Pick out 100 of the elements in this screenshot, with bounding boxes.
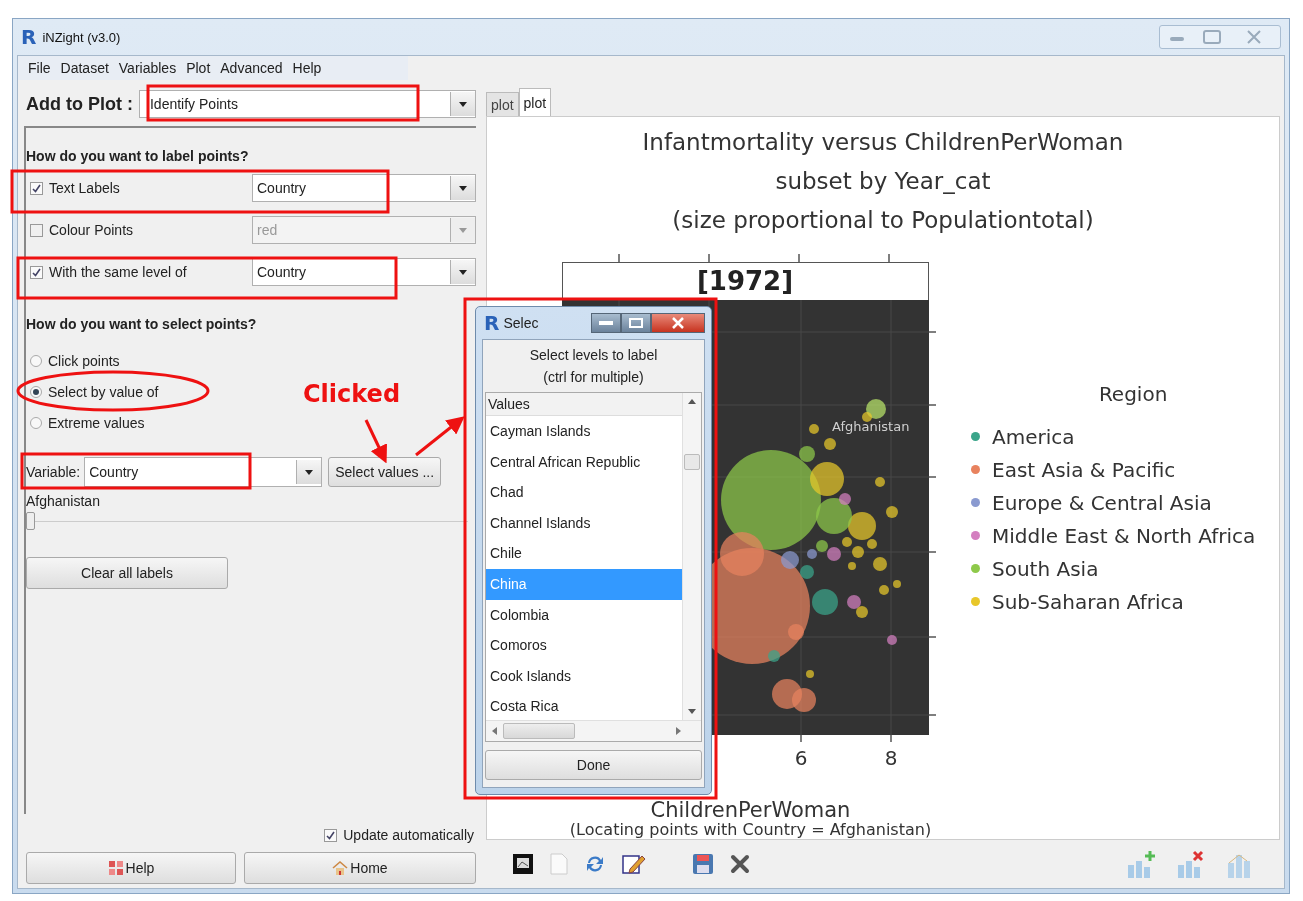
image-icon[interactable] <box>512 853 534 875</box>
list-item[interactable]: Comoros <box>486 630 682 661</box>
list-item[interactable]: Cayman Islands <box>486 416 682 447</box>
menu-item[interactable]: Advanced <box>216 60 289 76</box>
radio-button[interactable] <box>30 386 42 398</box>
caret-icon <box>459 227 467 233</box>
save-icon[interactable] <box>692 853 714 875</box>
dropdown-button[interactable] <box>450 176 475 200</box>
scroll-down-icon[interactable] <box>688 709 696 714</box>
bubble <box>824 438 836 450</box>
bubble <box>792 688 816 712</box>
close-icon[interactable] <box>730 854 750 874</box>
list-item[interactable]: Colombia <box>486 599 682 631</box>
dialog-instruction: Select levels to label <box>528 346 659 365</box>
done-button[interactable]: Done <box>485 750 702 780</box>
maximize-button[interactable] <box>621 313 651 333</box>
checkbox-label: With the same level of <box>49 264 187 280</box>
select-values-button[interactable]: Select values ... <box>328 457 442 487</box>
grid-icon <box>107 860 124 876</box>
menu-item[interactable]: Help <box>288 60 328 76</box>
scroll-right-icon[interactable] <box>676 727 681 735</box>
dropdown-button[interactable] <box>450 260 475 284</box>
radio-button[interactable] <box>30 417 42 429</box>
list-item[interactable]: Channel Islands <box>486 507 682 539</box>
section-heading: How do you want to select points? <box>26 316 258 332</box>
slider-handle[interactable] <box>26 512 35 530</box>
menu-item[interactable]: Variables <box>114 60 183 76</box>
legend-label: East Asia & Pacific <box>992 457 1176 482</box>
radio-button[interactable] <box>30 355 42 367</box>
radio-label: Extreme values <box>48 415 145 431</box>
dropdown[interactable]: Identify Points <box>139 90 476 118</box>
checkbox[interactable] <box>324 828 338 842</box>
dropdown-button[interactable] <box>296 460 322 484</box>
close-button[interactable] <box>651 313 705 333</box>
tick-label: 8 <box>884 746 898 770</box>
add-to-plot-label: Add to Plot : <box>26 93 133 115</box>
panel-label: [1972] <box>696 266 794 296</box>
checkbox[interactable] <box>30 265 43 279</box>
close-icon <box>672 317 684 329</box>
bubble <box>806 670 814 678</box>
caret-icon <box>459 185 467 191</box>
list-item[interactable]: Costa Rica <box>486 691 682 722</box>
dropdown[interactable]: Country <box>252 258 476 286</box>
arrow <box>364 419 387 464</box>
list-item[interactable]: Central African Republic <box>486 446 682 478</box>
list-item[interactable]: Cook Islands <box>486 660 682 692</box>
point-label: Afghanistan <box>832 419 910 434</box>
plot-title: (size proportional to Populationtotal) <box>671 206 1095 235</box>
legend-label: Middle East & North Africa <box>992 523 1256 548</box>
window-controls[interactable] <box>1159 25 1281 49</box>
arrow <box>415 416 465 457</box>
values-list[interactable]: Values Cayman Islands Central African Republic Chad Channel Islands Chile China Colombia Comoros Cook Islands Costa Rica <box>485 392 702 742</box>
minimize-button[interactable] <box>591 313 621 333</box>
section-heading: How do you want to label points? <box>26 148 250 164</box>
checkbox[interactable] <box>30 181 43 195</box>
caret-icon <box>459 269 467 275</box>
legend-label: Sub-Saharan Africa <box>992 589 1184 614</box>
edit-icon[interactable] <box>622 853 646 875</box>
column-header: Values <box>486 393 682 416</box>
list-item[interactable]: Chile <box>486 538 682 569</box>
bubble <box>847 595 861 609</box>
list-item[interactable]: Chad <box>486 477 682 508</box>
tab[interactable]: plot <box>486 92 519 116</box>
slider-value: Afghanistan <box>26 493 101 509</box>
dropdown[interactable]: Country <box>252 174 476 202</box>
plot-title: Infantmortality versus ChildrenPerWoman <box>641 128 1125 157</box>
bubble <box>809 424 819 434</box>
bubble <box>886 506 898 518</box>
legend-label: Europe & Central Asia <box>992 490 1212 515</box>
tick-label: 6 <box>794 746 808 770</box>
bubble <box>852 546 864 558</box>
dropdown-button[interactable] <box>450 92 475 116</box>
scrollbar-thumb[interactable] <box>684 454 700 470</box>
plot-caption: (Locating points with Country = Afghanistan) <box>569 821 932 839</box>
legend-title: Region <box>1097 382 1169 406</box>
checkbox-label: Text Labels <box>49 180 120 196</box>
menu-item[interactable]: Plot <box>182 60 217 76</box>
menu-item[interactable]: File <box>24 60 57 76</box>
bubble <box>873 557 887 571</box>
scroll-left-icon[interactable] <box>492 727 497 735</box>
checkbox-label: Colour Points <box>49 222 134 238</box>
dialog-instruction: (ctrl for multiple) <box>542 368 645 387</box>
axis-label: ChildrenPerWoman <box>650 799 851 821</box>
horizontal-scrollbar[interactable] <box>486 720 701 741</box>
bubble <box>875 477 885 487</box>
home-button[interactable]: Home <box>244 852 476 884</box>
checkbox-label: Update automatically <box>343 827 474 843</box>
scroll-up-icon[interactable] <box>688 399 696 404</box>
dropdown[interactable]: Country <box>84 457 323 487</box>
tab[interactable]: plot <box>518 88 552 116</box>
bubble <box>812 589 838 615</box>
legend-label: South Asia <box>992 556 1099 581</box>
clear-labels-button[interactable]: Clear all labels <box>26 557 228 589</box>
menu-item[interactable]: Dataset <box>56 60 115 76</box>
legend-label: America <box>992 424 1075 449</box>
caret-icon <box>305 469 314 475</box>
vertical-scrollbar[interactable] <box>682 393 701 720</box>
scrollbar-thumb[interactable] <box>503 723 575 739</box>
help-button[interactable]: Help <box>26 852 236 884</box>
maximize-icon <box>629 318 643 328</box>
